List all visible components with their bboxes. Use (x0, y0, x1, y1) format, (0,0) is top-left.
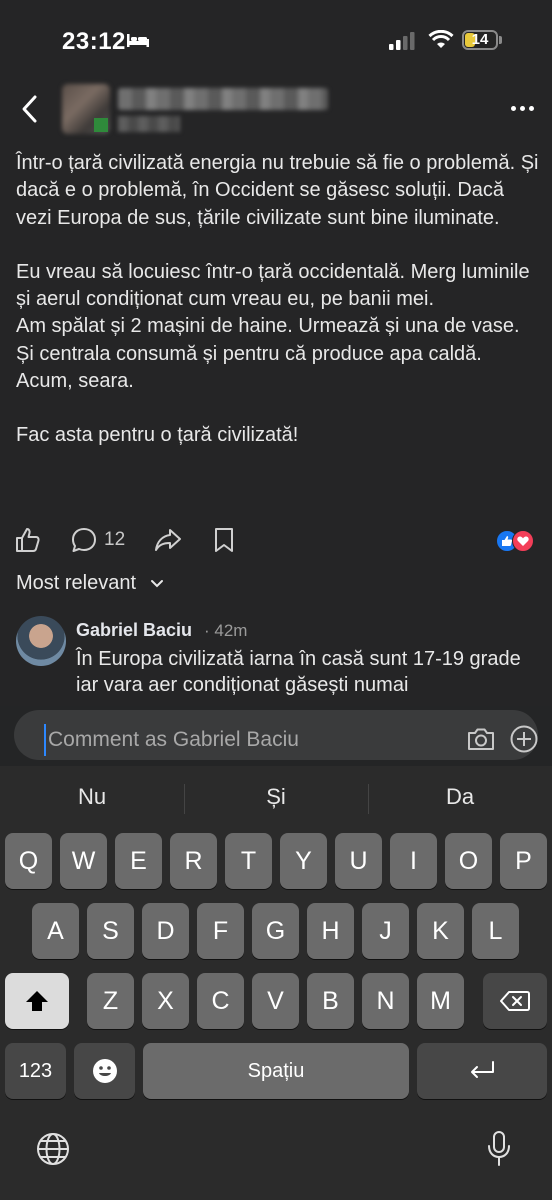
post-paragraph: Într-o țară civilizată energia nu trebui… (16, 152, 539, 229)
comment-item: Gabriel Baciu · 42m În Europa civilizată… (0, 612, 552, 706)
chevron-down-icon (150, 579, 163, 588)
return-key[interactable] (417, 1043, 547, 1099)
key[interactable]: U (335, 833, 382, 889)
status-time: 23:12 (62, 28, 126, 55)
battery-level: 14 (471, 31, 489, 48)
backspace-icon (500, 991, 530, 1011)
post-actions: 12 (0, 520, 552, 560)
key[interactable]: L (472, 903, 519, 959)
emoji-icon (92, 1059, 117, 1083)
key[interactable]: I (390, 833, 437, 889)
key[interactable]: T (225, 833, 272, 889)
camera-icon[interactable] (466, 726, 496, 752)
key[interactable]: C (197, 973, 244, 1029)
key[interactable]: K (417, 903, 464, 959)
more-icon[interactable] (511, 106, 534, 111)
key[interactable]: A (32, 903, 79, 959)
microphone-icon[interactable] (486, 1130, 512, 1168)
suggestion-3[interactable]: Da (368, 784, 552, 810)
shift-key[interactable] (5, 973, 69, 1029)
key[interactable]: S (87, 903, 134, 959)
key[interactable]: Y (280, 833, 327, 889)
comment-text: În Europa civilizată iarna în casă sunt … (76, 648, 521, 696)
status-bar: 23:12 14 (0, 0, 552, 80)
bookmark-icon[interactable] (212, 526, 236, 554)
emoji-key[interactable] (74, 1043, 135, 1099)
key[interactable]: F (197, 903, 244, 959)
avatar[interactable] (16, 616, 66, 666)
key[interactable]: E (115, 833, 162, 889)
love-reaction-icon (512, 530, 534, 552)
key[interactable]: V (252, 973, 299, 1029)
post-header (0, 80, 552, 140)
sort-label: Most relevant (16, 572, 137, 594)
share-icon[interactable] (154, 526, 182, 554)
chevron-left-icon[interactable] (18, 94, 42, 124)
key[interactable]: O (445, 833, 492, 889)
key[interactable]: R (170, 833, 217, 889)
key[interactable]: B (307, 973, 354, 1029)
key[interactable]: Z (87, 973, 134, 1029)
space-key[interactable]: Spațiu (143, 1043, 409, 1099)
keyboard: Nu Și Da Q W E R T Y U I O P A S D F G H… (0, 766, 552, 1200)
comment-timestamp: · 42m (204, 621, 248, 640)
wifi-icon (428, 30, 454, 48)
post-meta-blurred (118, 116, 180, 132)
backspace-key[interactable] (483, 973, 547, 1029)
key[interactable]: W (60, 833, 107, 889)
like-icon[interactable] (14, 526, 42, 554)
key[interactable]: P (500, 833, 547, 889)
suggestion-2[interactable]: Și (184, 784, 368, 810)
reactions-summary[interactable] (496, 530, 536, 552)
key[interactable]: M (417, 973, 464, 1029)
key[interactable]: Q (5, 833, 52, 889)
numbers-key[interactable]: 123 (5, 1043, 66, 1099)
comment-count[interactable]: 12 (104, 529, 125, 551)
key[interactable]: J (362, 903, 409, 959)
key[interactable]: G (252, 903, 299, 959)
post-text: Într-o țară civilizată energia nu trebui… (16, 150, 542, 450)
return-icon (471, 1061, 494, 1078)
post-paragraph: Fac asta pentru o țară civilizată! (16, 424, 299, 447)
add-attachment-icon[interactable] (509, 724, 539, 754)
comment-input[interactable] (44, 724, 450, 756)
battery-indicator: 14 (462, 30, 498, 50)
key[interactable]: N (362, 973, 409, 1029)
comment-composer (0, 706, 552, 766)
comment-icon[interactable] (70, 526, 98, 554)
comment-author[interactable]: Gabriel Baciu (76, 620, 192, 641)
comment-sort-dropdown[interactable]: Most relevant (16, 572, 164, 595)
suggestion-bar: Nu Și Da (0, 766, 552, 830)
globe-icon[interactable] (36, 1132, 70, 1166)
shift-icon (26, 991, 48, 1011)
key[interactable]: H (307, 903, 354, 959)
suggestion-1[interactable]: Nu (0, 784, 184, 810)
key[interactable]: X (142, 973, 189, 1029)
post-paragraph: Eu vreau să locuiesc într-o țară occiden… (16, 260, 530, 311)
cellular-signal-icon (389, 32, 415, 50)
post-paragraph: Am spălat și 2 mașini de haine. Urmează … (16, 315, 520, 393)
sleep-mode-icon (127, 34, 149, 47)
author-name-blurred[interactable] (118, 88, 328, 110)
key[interactable]: D (142, 903, 189, 959)
